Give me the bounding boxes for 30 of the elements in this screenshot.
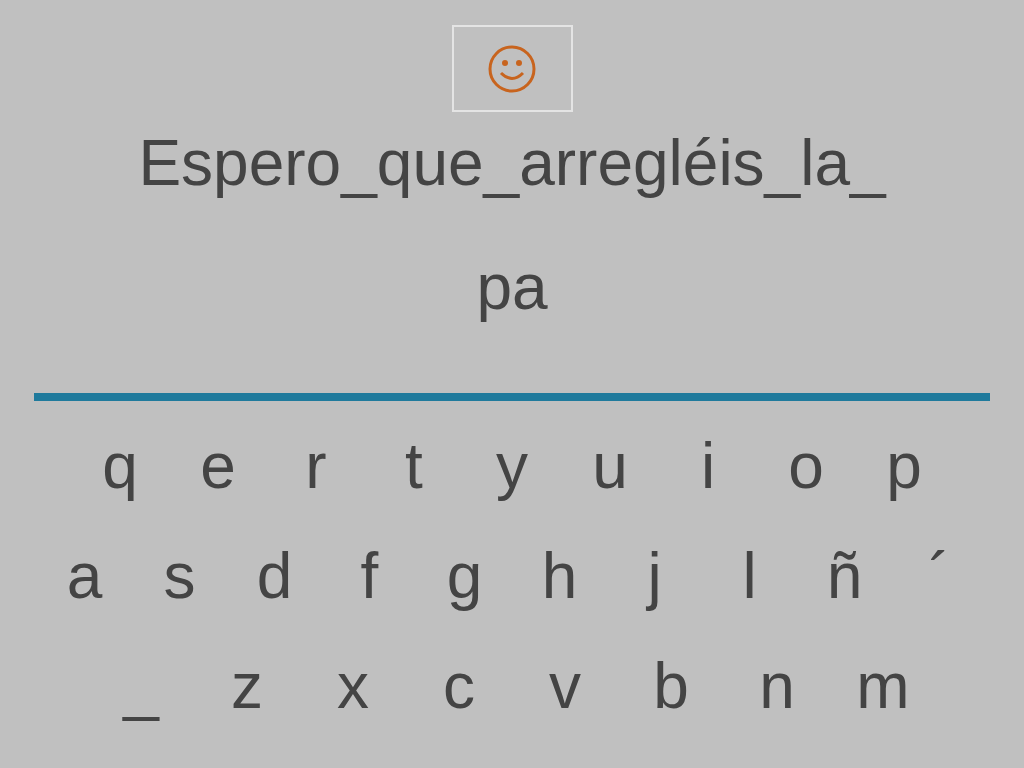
letter-key[interactable]: t bbox=[365, 426, 463, 506]
sentence-text: Espero_que_arregléis_la_ bbox=[138, 126, 886, 200]
letter-key[interactable]: e bbox=[169, 426, 267, 506]
letter-key[interactable]: m bbox=[830, 646, 936, 726]
letter-key[interactable]: c bbox=[406, 646, 512, 726]
letter-key[interactable]: p bbox=[855, 426, 953, 506]
letter-key[interactable]: i bbox=[659, 426, 757, 506]
letter-key[interactable]: a bbox=[37, 536, 132, 616]
letter-key[interactable]: l bbox=[702, 536, 797, 616]
letter-key[interactable]: h bbox=[512, 536, 607, 616]
letter-key[interactable]: ñ bbox=[797, 536, 892, 616]
sentence-text: pa bbox=[476, 250, 548, 324]
letter-key[interactable]: v bbox=[512, 646, 618, 726]
letter-key[interactable]: g bbox=[417, 536, 512, 616]
letter-key[interactable]: x bbox=[300, 646, 406, 726]
letter-key[interactable]: s bbox=[132, 536, 227, 616]
smiley-icon bbox=[487, 43, 537, 94]
letter-key[interactable]: y bbox=[463, 426, 561, 506]
letter-key[interactable]: u bbox=[561, 426, 659, 506]
letter-key[interactable]: q bbox=[71, 426, 169, 506]
letter-key[interactable]: f bbox=[322, 536, 417, 616]
letter-key[interactable]: ´ bbox=[892, 536, 987, 616]
letter-key[interactable]: o bbox=[757, 426, 855, 506]
letter-key[interactable]: b bbox=[618, 646, 724, 726]
letter-key[interactable]: r bbox=[267, 426, 365, 506]
letter-key[interactable]: j bbox=[607, 536, 702, 616]
letter-key[interactable]: n bbox=[724, 646, 830, 726]
letter-key[interactable]: z bbox=[194, 646, 300, 726]
letter-key[interactable]: _ bbox=[88, 646, 194, 726]
letter-key[interactable]: d bbox=[227, 536, 322, 616]
